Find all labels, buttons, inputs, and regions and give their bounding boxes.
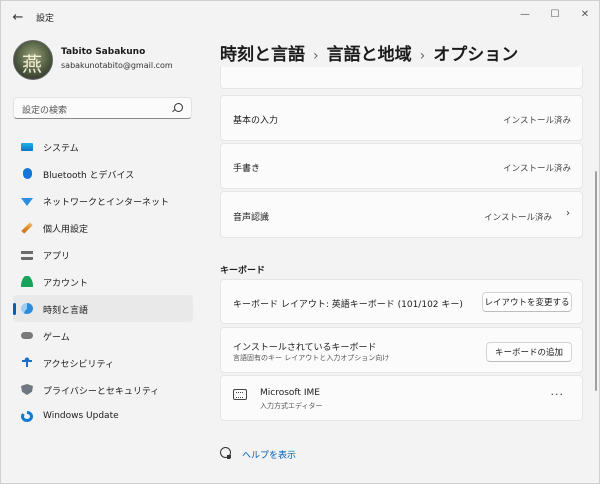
sidebar-item-time-language[interactable]: 時刻と言語 bbox=[13, 295, 193, 322]
time-language-icon bbox=[21, 303, 33, 314]
feature-status: インストール済み bbox=[503, 116, 571, 126]
avatar[interactable] bbox=[13, 40, 53, 80]
privacy-icon bbox=[21, 384, 33, 395]
feature-card-basic-typing: 基本の入力 インストール済み bbox=[220, 95, 583, 141]
installed-keyboards-subtitle: 言語固有のキー レイアウトと入力オプション向け bbox=[233, 354, 390, 362]
personalization-icon bbox=[21, 222, 33, 234]
feature-card-handwriting: 手書き インストール済み bbox=[220, 143, 583, 189]
title-bar: ← 設定 — ☐ ✕ bbox=[1, 1, 599, 33]
feature-title: 手書き bbox=[233, 164, 261, 174]
feature-status: インストール済み bbox=[503, 164, 571, 174]
sidebar-item-label: 個人用設定 bbox=[43, 225, 89, 235]
sidebar-item-label: アカウント bbox=[43, 279, 89, 289]
sidebar-item-accessibility[interactable]: アクセシビリティ bbox=[13, 349, 193, 376]
sidebar-item-windows-update[interactable]: Windows Update bbox=[13, 403, 193, 430]
keyboard-icon bbox=[233, 389, 247, 400]
feature-status: インストール済み bbox=[484, 213, 552, 223]
back-arrow-icon[interactable]: ← bbox=[7, 6, 29, 28]
bluetooth-icon bbox=[23, 168, 32, 179]
sidebar-item-label: プライバシーとセキュリティ bbox=[43, 387, 160, 397]
accounts-icon bbox=[21, 276, 33, 287]
windows-update-icon bbox=[21, 411, 33, 422]
sidebar-item-bluetooth[interactable]: Bluetooth とデバイス bbox=[13, 160, 193, 187]
help-icon bbox=[220, 447, 231, 459]
settings-window: ← 設定 — ☐ ✕ Tabito Sabakuno sabakunotabit… bbox=[0, 0, 600, 484]
breadcrumb-language-region[interactable]: 言語と地域 bbox=[327, 45, 412, 65]
sidebar-item-network[interactable]: ネットワークとインターネット bbox=[13, 187, 193, 214]
maximize-button[interactable]: ☐ bbox=[539, 3, 571, 25]
installed-keyboards-card: インストールされているキーボード 言語固有のキー レイアウトと入力オプション向け… bbox=[220, 327, 583, 373]
sidebar-item-label: ネットワークとインターネット bbox=[43, 198, 170, 208]
sidebar-item-label: 時刻と言語 bbox=[43, 306, 89, 316]
system-icon bbox=[21, 143, 33, 151]
chevron-right-icon: › bbox=[313, 48, 319, 64]
search-box[interactable]: 設定の検索 bbox=[13, 97, 192, 119]
breadcrumb-time-language[interactable]: 時刻と言語 bbox=[220, 45, 305, 65]
sidebar-item-label: ゲーム bbox=[43, 333, 70, 343]
sidebar-item-gaming[interactable]: ゲーム bbox=[13, 322, 193, 349]
add-keyboard-button[interactable]: キーボードの追加 bbox=[486, 342, 572, 362]
sidebar-item-label: アクセシビリティ bbox=[43, 360, 115, 370]
sidebar-item-accounts[interactable]: アカウント bbox=[13, 268, 193, 295]
sidebar-item-apps[interactable]: アプリ bbox=[13, 241, 193, 268]
accessibility-icon bbox=[21, 357, 33, 368]
sidebar-item-label: Bluetooth とデバイス bbox=[43, 171, 135, 181]
scrollbar[interactable] bbox=[595, 171, 597, 391]
feature-title: 基本の入力 bbox=[233, 116, 279, 126]
sidebar-nav: システム Bluetooth とデバイス ネットワークとインターネット 個人用設… bbox=[13, 133, 193, 430]
change-layout-button[interactable]: レイアウトを変更する bbox=[482, 292, 572, 312]
page-title: オプション bbox=[433, 45, 519, 65]
ime-subtitle: 入力方式エディター bbox=[260, 402, 323, 410]
sidebar-item-label: アプリ bbox=[43, 252, 71, 262]
sidebar-item-system[interactable]: システム bbox=[13, 133, 193, 160]
installed-keyboards-title: インストールされているキーボード bbox=[233, 343, 377, 353]
network-icon bbox=[21, 198, 33, 206]
sidebar-item-label: システム bbox=[43, 144, 79, 154]
sidebar-item-privacy[interactable]: プライバシーとセキュリティ bbox=[13, 376, 193, 403]
section-title-keyboard: キーボード bbox=[220, 266, 266, 276]
user-email: sabakunotabito@gmail.com bbox=[61, 61, 173, 70]
close-button[interactable]: ✕ bbox=[569, 3, 600, 25]
more-options-icon[interactable]: ··· bbox=[551, 388, 565, 401]
user-name: Tabito Sabakuno bbox=[61, 47, 146, 57]
search-input[interactable]: 設定の検索 bbox=[22, 103, 67, 116]
help-link[interactable]: ヘルプを表示 bbox=[242, 448, 296, 461]
gaming-icon bbox=[21, 332, 33, 339]
feature-card-clipped bbox=[220, 67, 583, 89]
keyboard-layout-card: キーボード レイアウト: 英語キーボード (101/102 キー) レイアウトを… bbox=[220, 279, 583, 324]
sidebar-item-personalization[interactable]: 個人用設定 bbox=[13, 214, 193, 241]
feature-card-speech[interactable]: 音声認識 インストール済み › bbox=[220, 191, 583, 238]
search-icon[interactable] bbox=[174, 103, 183, 112]
chevron-right-icon: › bbox=[419, 48, 426, 64]
minimize-button[interactable]: — bbox=[509, 3, 541, 25]
ime-title: Microsoft IME bbox=[260, 388, 320, 398]
breadcrumb: 時刻と言語 › 言語と地域 › オプション bbox=[220, 40, 518, 65]
keyboard-layout-title: キーボード レイアウト: 英語キーボード (101/102 キー) bbox=[233, 300, 463, 310]
apps-icon bbox=[21, 249, 33, 260]
ime-card: Microsoft IME 入力方式エディター ··· bbox=[220, 375, 583, 421]
app-title: 設定 bbox=[36, 14, 55, 24]
chevron-right-icon: › bbox=[566, 208, 570, 219]
sidebar-item-label: Windows Update bbox=[43, 411, 119, 421]
feature-title: 音声認識 bbox=[233, 213, 270, 223]
